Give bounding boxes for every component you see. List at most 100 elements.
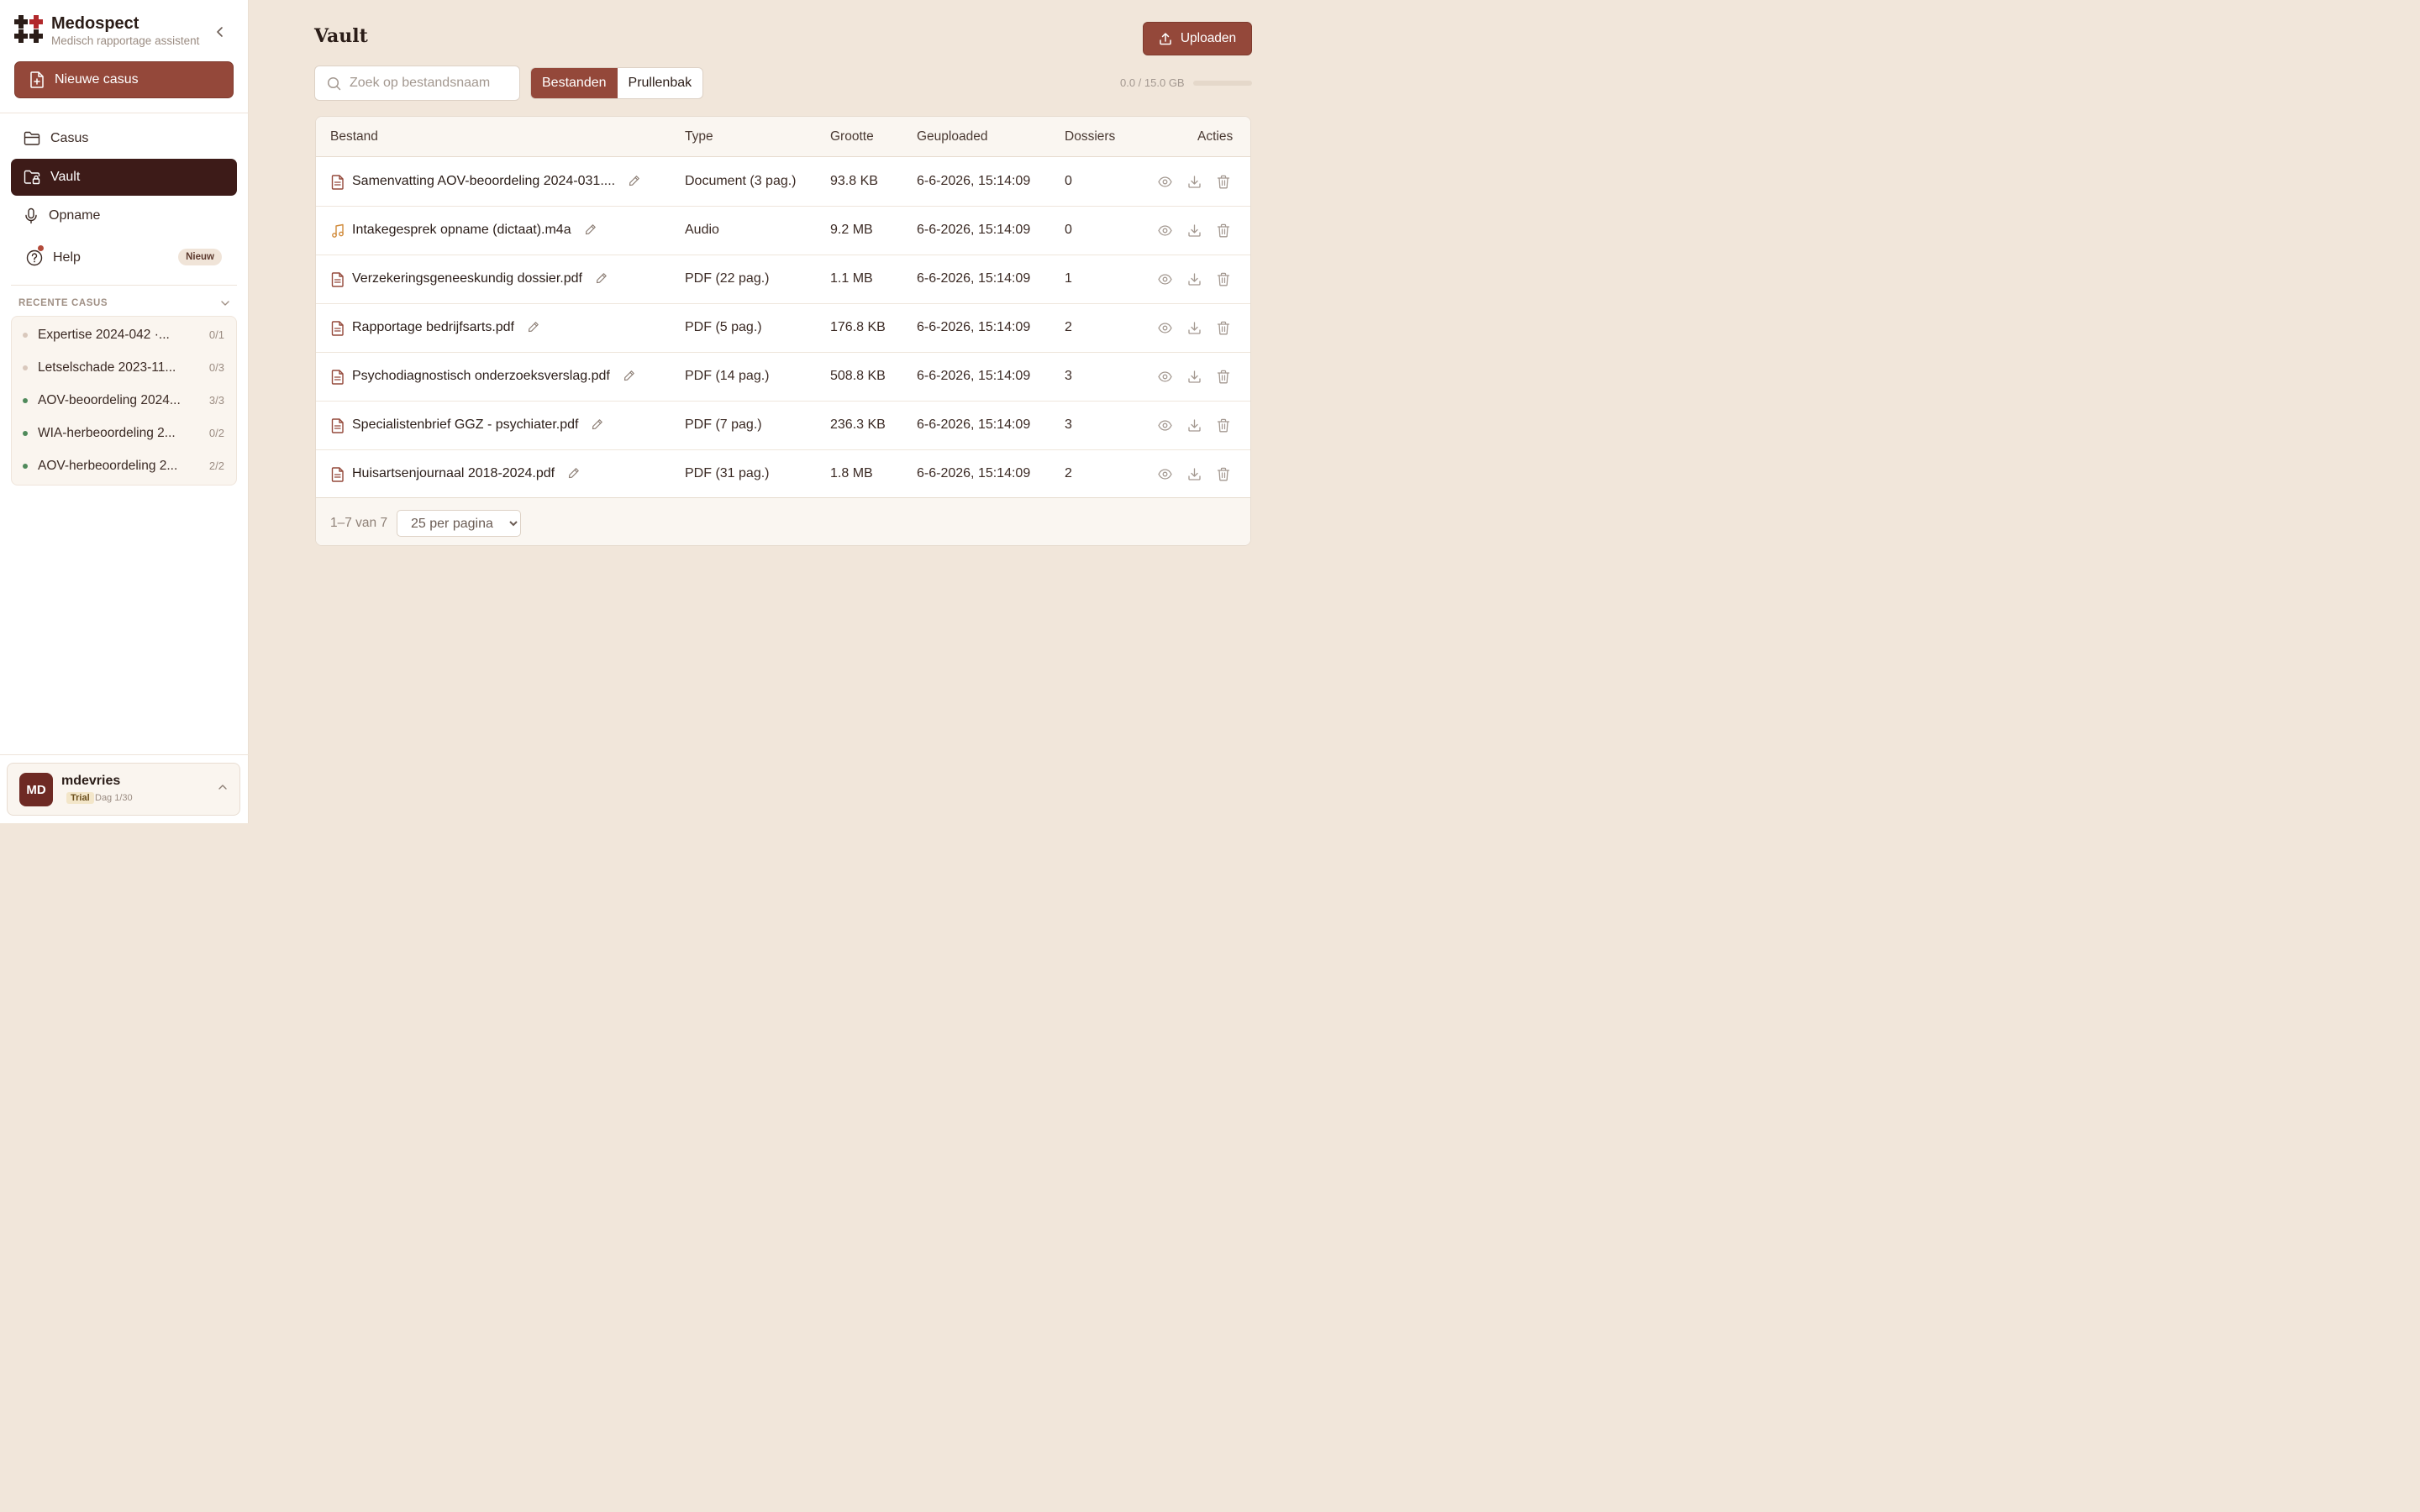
delete-trash-icon[interactable] — [1217, 467, 1230, 484]
storage-usage-text: 0.0 / 15.0 GB — [1120, 76, 1185, 89]
file-size: 508.8 KB — [830, 369, 886, 383]
download-icon[interactable] — [1187, 370, 1202, 386]
delete-trash-icon[interactable] — [1217, 321, 1230, 338]
sidebar-item-help[interactable]: Help Nieuw — [11, 239, 237, 276]
sidebar-item-label: Opname — [49, 208, 101, 223]
recent-cases-list: Expertise 2024-042 ·... 0/1 Letselschade… — [11, 316, 237, 486]
sidebar-item-label: Casus — [50, 131, 89, 145]
file-name[interactable]: Psychodiagnostisch onderzoeksverslag.pdf — [352, 369, 610, 384]
collapse-sidebar-button[interactable] — [212, 24, 229, 40]
download-icon[interactable] — [1187, 321, 1202, 338]
file-name[interactable]: Samenvatting AOV-beoordeling 2024-031...… — [352, 174, 615, 189]
recent-case-label: Letselschade 2023-11... — [38, 360, 176, 375]
dossier-count: 1 — [1065, 271, 1072, 286]
delete-trash-icon[interactable] — [1217, 370, 1230, 386]
help-circle-icon — [26, 249, 43, 266]
file-name[interactable]: Huisartsenjournaal 2018-2024.pdf — [352, 466, 555, 481]
upload-date: 6-6-2026, 15:14:09 — [917, 271, 1031, 286]
new-case-button[interactable]: Nieuwe casus — [14, 61, 234, 98]
rename-pencil-icon[interactable] — [585, 223, 597, 239]
download-icon[interactable] — [1187, 175, 1202, 192]
brand-name: Medospect — [51, 14, 139, 33]
view-eye-icon[interactable] — [1158, 223, 1172, 240]
storage-usage-bar — [1193, 81, 1252, 86]
recent-case-label: AOV-beoordeling 2024... — [38, 392, 181, 407]
recent-case-item[interactable]: WIA-herbeoordeling 2... 0/2 — [12, 417, 236, 449]
column-header-bestand[interactable]: Bestand — [330, 129, 378, 144]
table-row[interactable]: Samenvatting AOV-beoordeling 2024-031...… — [316, 158, 1250, 207]
table-row[interactable]: Psychodiagnostisch onderzoeksverslag.pdf… — [316, 353, 1250, 402]
per-page-select[interactable]: 25 per pagina — [397, 510, 521, 537]
file-size: 9.2 MB — [830, 223, 873, 237]
rename-pencil-icon[interactable] — [623, 370, 635, 386]
upload-date: 6-6-2026, 15:14:09 — [917, 174, 1031, 188]
column-header-geuploaded[interactable]: Geuploaded — [917, 129, 987, 144]
table-header: Bestand Type Grootte Geuploaded Dossiers… — [316, 117, 1250, 157]
download-icon[interactable] — [1187, 418, 1202, 435]
column-header-grootte[interactable]: Grootte — [830, 129, 874, 144]
file-name[interactable]: Specialistenbrief GGZ - psychiater.pdf — [352, 417, 578, 433]
recent-case-item[interactable]: AOV-herbeoordeling 2... 2/2 — [12, 449, 236, 482]
delete-trash-icon[interactable] — [1217, 175, 1230, 192]
delete-trash-icon[interactable] — [1217, 223, 1230, 240]
search-input[interactable] — [350, 76, 509, 91]
file-type: Document (3 pag.) — [685, 174, 797, 188]
file-name[interactable]: Intakegesprek opname (dictaat).m4a — [352, 223, 571, 238]
file-type: PDF (5 pag.) — [685, 320, 762, 334]
table-row[interactable]: Specialistenbrief GGZ - psychiater.pdf PD… — [316, 402, 1250, 450]
upload-button[interactable]: Uploaden — [1143, 22, 1252, 55]
recent-case-item[interactable]: Letselschade 2023-11... 0/3 — [12, 351, 236, 384]
file-name[interactable]: Verzekeringsgeneeskundig dossier.pdf — [352, 271, 582, 286]
table-row[interactable]: Verzekeringsgeneeskundig dossier.pdf PDF … — [316, 255, 1250, 304]
view-eye-icon[interactable] — [1158, 321, 1172, 338]
sidebar-item-opname[interactable]: Opname — [11, 197, 237, 234]
table-row[interactable]: Rapportage bedrijfsarts.pdf PDF (5 pag.) 1… — [316, 304, 1250, 353]
rename-pencil-icon[interactable] — [596, 272, 608, 288]
status-dot — [23, 365, 28, 370]
brand-subtitle: Medisch rapportage assistent — [51, 34, 200, 47]
file-name[interactable]: Rapportage bedrijfsarts.pdf — [352, 320, 514, 335]
recent-case-item[interactable]: AOV-beoordeling 2024... 3/3 — [12, 384, 236, 417]
rename-pencil-icon[interactable] — [629, 175, 640, 191]
tab-prullenbak[interactable]: Prullenbak — [618, 68, 703, 98]
dossier-count: 3 — [1065, 417, 1072, 432]
tab-bestanden[interactable]: Bestanden — [531, 68, 618, 98]
table-row[interactable]: Intakegesprek opname (dictaat).m4a Audio 9… — [316, 207, 1250, 255]
brand[interactable]: Medospect Medisch rapportage assistent — [14, 14, 199, 47]
column-header-dossiers[interactable]: Dossiers — [1065, 129, 1115, 144]
view-eye-icon[interactable] — [1158, 370, 1172, 386]
rename-pencil-icon[interactable] — [592, 418, 603, 434]
upload-date: 6-6-2026, 15:14:09 — [917, 369, 1031, 383]
delete-trash-icon[interactable] — [1217, 272, 1230, 289]
dossier-count: 2 — [1065, 320, 1072, 334]
recent-cases-header[interactable]: RECENTE CASUS — [18, 298, 230, 308]
view-eye-icon[interactable] — [1158, 175, 1172, 192]
dossier-count: 0 — [1065, 223, 1072, 237]
column-header-type[interactable]: Type — [685, 129, 713, 144]
view-eye-icon[interactable] — [1158, 467, 1172, 484]
sidebar: Medospect Medisch rapportage assistent N… — [0, 0, 249, 823]
user-menu[interactable]: MD mdevries Trial Dag 1/30 — [7, 763, 240, 816]
rename-pencil-icon[interactable] — [568, 467, 580, 483]
status-dot — [23, 430, 28, 436]
sidebar-divider — [0, 754, 249, 755]
view-eye-icon[interactable] — [1158, 418, 1172, 435]
download-icon[interactable] — [1187, 272, 1202, 289]
sidebar-item-vault[interactable]: Vault — [11, 159, 237, 196]
rename-pencil-icon[interactable] — [528, 321, 539, 337]
download-icon[interactable] — [1187, 467, 1202, 484]
file-type: PDF (31 pag.) — [685, 466, 770, 480]
recent-case-count: 0/2 — [208, 427, 224, 439]
recent-case-item[interactable]: Expertise 2024-042 ·... 0/1 — [12, 318, 236, 351]
recent-case-count: 0/1 — [208, 328, 224, 341]
delete-trash-icon[interactable] — [1217, 418, 1230, 435]
sidebar-item-label: Help — [53, 250, 81, 265]
table-row[interactable]: Huisartsenjournaal 2018-2024.pdf PDF (31 … — [316, 450, 1250, 499]
upload-label: Uploaden — [1180, 31, 1237, 45]
file-text-icon — [331, 321, 345, 339]
download-icon[interactable] — [1187, 223, 1202, 240]
status-dot — [23, 332, 28, 338]
avatar: MD — [19, 773, 53, 806]
view-eye-icon[interactable] — [1158, 272, 1172, 289]
sidebar-item-casus[interactable]: Casus — [11, 120, 237, 157]
